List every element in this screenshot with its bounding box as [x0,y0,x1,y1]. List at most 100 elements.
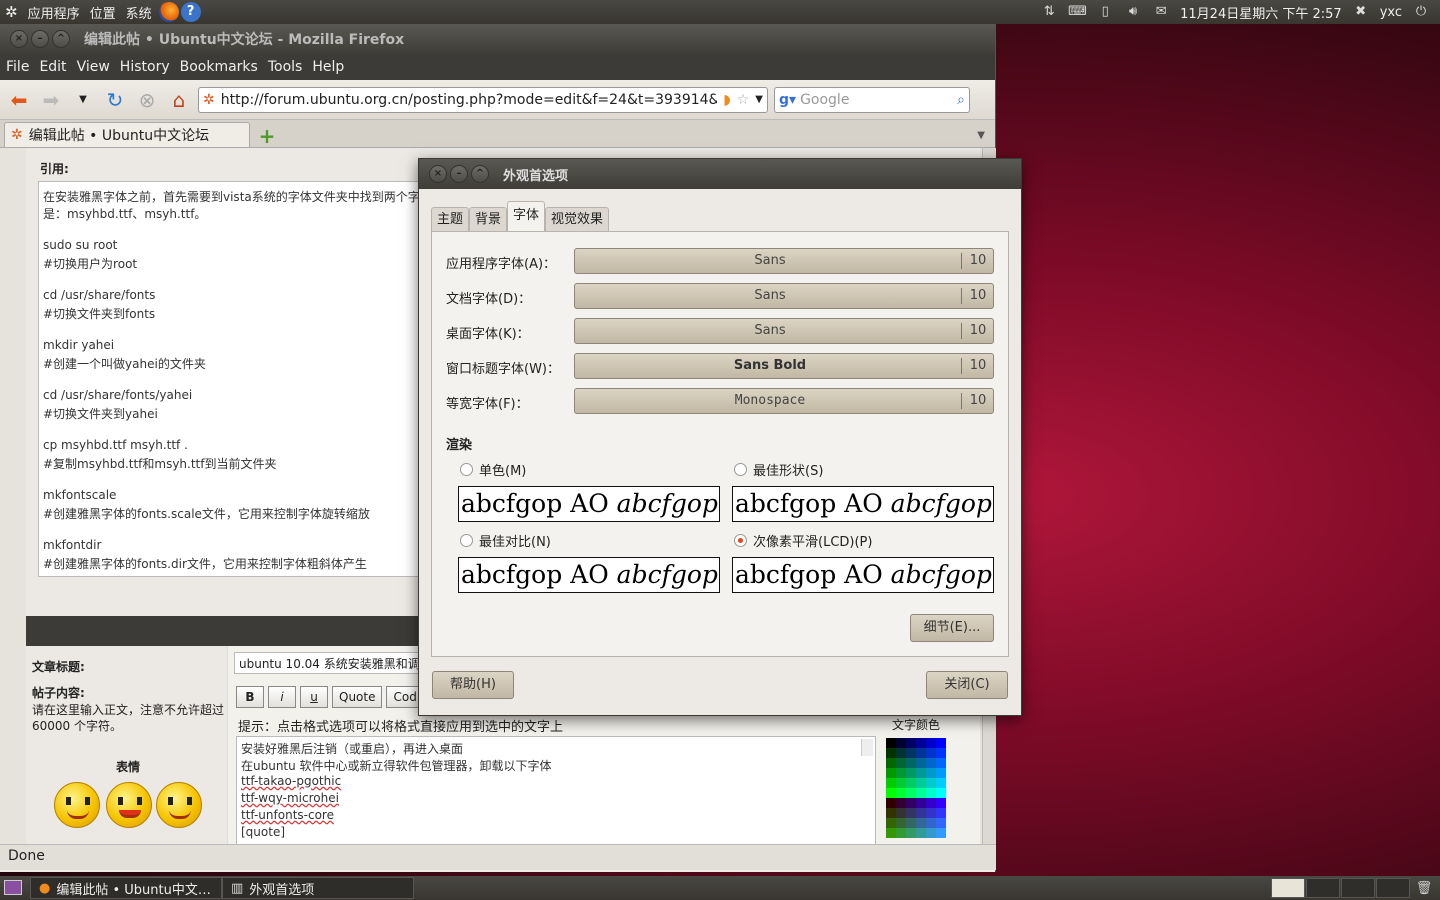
color-swatch[interactable] [936,758,946,768]
color-swatch[interactable] [896,808,906,818]
url-bar[interactable]: ✲ http://forum.ubuntu.org.cn/posting.php… [198,86,768,113]
best-contrast-radio[interactable] [460,534,473,547]
color-swatch[interactable] [896,828,906,838]
color-swatch[interactable] [926,828,936,838]
rss-icon[interactable]: ◗ [723,92,730,108]
color-swatch[interactable] [896,778,906,788]
best-shapes-sample[interactable]: abcfgop AO abcfgop [732,486,994,522]
color-swatch[interactable] [936,768,946,778]
color-swatch[interactable] [906,738,916,748]
color-swatch[interactable] [916,788,926,798]
close-window-button[interactable]: × [10,30,28,48]
color-swatch[interactable] [886,808,896,818]
color-swatch[interactable] [926,798,936,808]
bookmark-star-icon[interactable]: ☆ [737,92,750,108]
mail-icon[interactable]: ✉ [1152,4,1170,20]
color-swatch[interactable] [896,758,906,768]
color-swatch[interactable] [936,798,946,808]
menu-tools[interactable]: Tools [268,59,303,75]
monochrome-sample[interactable]: abcfgop AO abcfgop [458,486,720,522]
color-swatch[interactable] [896,788,906,798]
color-swatch[interactable] [916,808,926,818]
italic-button[interactable]: i [268,686,296,708]
battery-icon[interactable]: ▯ [1096,4,1114,20]
color-swatch[interactable] [906,748,916,758]
workspace-1[interactable] [1271,878,1305,898]
ubuntu-logo-icon[interactable]: ✲ [0,3,23,21]
tab-fonts[interactable]: 字体 [507,201,546,231]
color-swatch[interactable] [916,758,926,768]
color-swatch[interactable] [886,738,896,748]
color-swatch[interactable] [916,818,926,828]
dialog-minimize-icon[interactable]: – [450,165,468,183]
dialog-titlebar[interactable]: × – ^ 外观首选项 [419,159,1021,189]
dialog-maximize-icon[interactable]: ^ [471,165,489,183]
search-icon[interactable]: ⌕ [957,92,965,108]
best-shapes-radio[interactable] [734,463,747,476]
wink-emoji-icon[interactable] [156,782,202,828]
color-swatch[interactable] [926,788,936,798]
user-name[interactable]: yxc [1380,5,1402,20]
color-swatch[interactable] [886,768,896,778]
color-swatch[interactable] [936,828,946,838]
textarea-scrollbar[interactable] [861,739,873,756]
monochrome-option[interactable]: 单色(M) [460,460,526,479]
color-swatch[interactable] [886,818,896,828]
best-contrast-sample[interactable]: abcfgop AO abcfgop [458,557,720,593]
color-swatch[interactable] [886,758,896,768]
color-swatch[interactable] [926,758,936,768]
color-swatch[interactable] [926,818,936,828]
workspace-4[interactable] [1376,878,1410,898]
color-swatch[interactable] [906,788,916,798]
search-bar[interactable]: g▾ Google ⌕ [774,86,970,113]
url-dropdown-icon[interactable]: ▼ [755,94,763,105]
color-swatch[interactable] [906,808,916,818]
google-icon[interactable]: g▾ [779,92,796,108]
color-swatch[interactable] [926,808,936,818]
trash-icon[interactable]: 🗑︎ [1414,881,1434,896]
taskbar-firefox[interactable]: ● 编辑此帖 • Ubuntu中文… [30,877,222,899]
search-input[interactable]: Google [800,92,953,108]
url-text[interactable]: http://forum.ubuntu.org.cn/posting.php?m… [221,92,718,108]
color-swatch[interactable] [936,788,946,798]
clock[interactable]: 11月24日星期六 下午 2:57 [1180,3,1342,22]
details-button[interactable]: 细节(E)... [910,614,994,642]
post-body-textarea[interactable]: 安装好雅黑后注销（或重启），再进入桌面 在ubuntu 软件中心或新立得软件包管… [236,736,876,844]
color-swatch[interactable] [896,818,906,828]
workspace-3[interactable] [1341,878,1375,898]
color-swatch[interactable] [916,738,926,748]
color-swatch[interactable] [916,778,926,788]
browser-tab[interactable]: ✲ 编辑此帖 • Ubuntu中文论坛 [4,122,250,147]
menu-help[interactable]: Help [312,59,344,75]
color-swatch[interactable] [916,828,926,838]
color-swatch[interactable] [916,748,926,758]
taskbar-appearance[interactable]: ▥ 外观首选项 [222,877,414,899]
firefox-titlebar[interactable]: × – ^ 编辑此帖 • Ubuntu中文论坛 - Mozilla Firefo… [0,24,995,54]
color-swatch[interactable] [906,768,916,778]
color-swatch[interactable] [886,798,896,808]
best-contrast-option[interactable]: 最佳对比(N) [460,531,551,550]
color-swatch[interactable] [926,778,936,788]
color-swatch[interactable] [896,738,906,748]
subpixel-radio[interactable] [734,534,747,547]
menu-history[interactable]: History [120,59,170,75]
forward-icon[interactable]: ➡ [38,87,64,113]
color-swatch[interactable] [906,778,916,788]
color-swatch[interactable] [936,808,946,818]
color-swatch[interactable] [926,738,936,748]
color-swatch[interactable] [936,748,946,758]
underline-button[interactable]: u [300,686,328,708]
stop-icon[interactable]: ⊗ [134,87,160,113]
menu-places[interactable]: 位置 [85,3,121,22]
color-swatch[interactable] [936,818,946,828]
tab-list-icon[interactable]: ▼ [977,130,985,147]
new-tab-icon[interactable]: + [256,125,278,147]
color-swatch[interactable] [886,828,896,838]
quote-button[interactable]: Quote [332,686,383,708]
monochrome-radio[interactable] [460,463,473,476]
color-swatch[interactable] [936,778,946,788]
quote-box[interactable]: 在安装雅黑字体之前，首先需要到vista系统的字体文件夹中找到两个字 是：msy… [38,181,438,577]
tab-theme[interactable]: 主题 [431,207,470,231]
back-icon[interactable]: ⬅ [6,87,32,113]
document-font-button[interactable]: Sans 10 [574,283,994,309]
